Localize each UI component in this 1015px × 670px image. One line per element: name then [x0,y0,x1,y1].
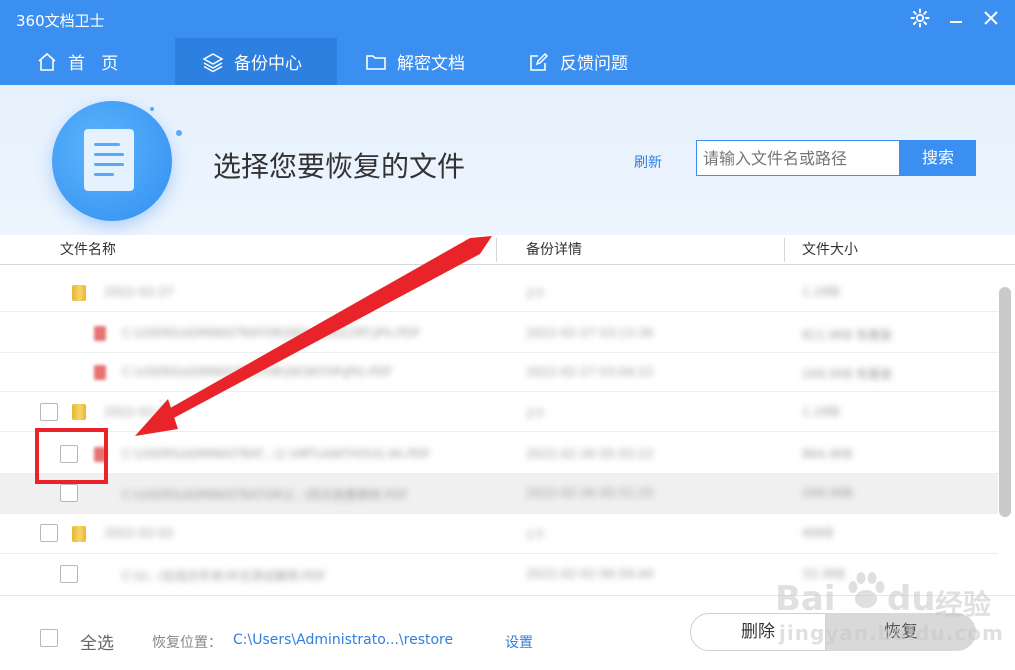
select-all-checkbox[interactable] [40,629,58,647]
restore-button[interactable]: 恢复 [826,613,976,651]
annotation-arrow-icon [135,236,492,436]
delete-button[interactable]: 删除 [690,613,826,651]
footer-bar: 全选 恢复位置： C:\Users\Administrato...\restor… [0,595,1015,670]
select-all-label[interactable]: 全选 [80,629,114,654]
annotation-highlight-box [35,428,108,484]
restore-settings-link[interactable]: 设置 [505,632,533,652]
restore-location-label: 恢复位置： [152,635,222,651]
restore-path-link[interactable]: C:\Users\Administrato...\restore [233,632,453,648]
